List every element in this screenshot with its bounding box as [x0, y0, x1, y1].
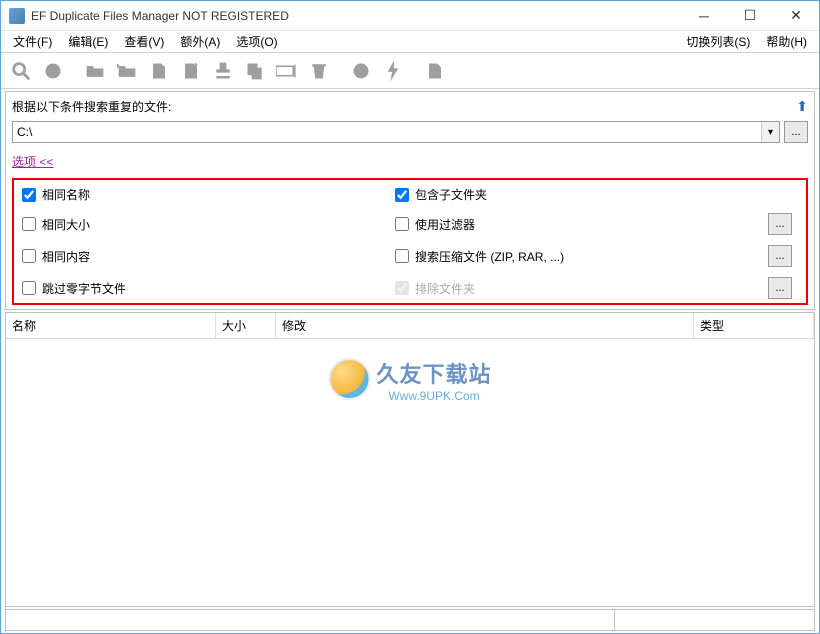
watermark-logo-icon — [328, 358, 370, 400]
minimize-button[interactable]: ─ — [681, 1, 727, 31]
menu-help[interactable]: 帮助(H) — [758, 31, 815, 52]
path-row: ▾ ... — [12, 121, 808, 143]
window-title: EF Duplicate Files Manager NOT REGISTERE… — [31, 9, 681, 23]
status-cell-1 — [5, 610, 615, 631]
menu-bar: 文件(F) 编辑(E) 查看(V) 额外(A) 选项(O) 切换列表(S) 帮助… — [1, 31, 819, 53]
close-button[interactable]: ✕ — [773, 1, 819, 31]
checkbox-include-subfolders[interactable]: 包含子文件夹 — [395, 186, 768, 203]
menu-edit[interactable]: 编辑(E) — [60, 31, 116, 52]
watermark-text-1: 久友下载站 — [376, 357, 491, 389]
search-panel: 根据以下条件搜索重复的文件: ⬆ ▾ ... 选项 << 相同名称 包含子文件夹… — [5, 91, 815, 310]
exclude-browse-button[interactable]: ... — [768, 277, 792, 299]
stamp-icon[interactable] — [209, 57, 237, 85]
watermark-text-2: Www.9UPK.Com — [376, 389, 491, 403]
chevron-down-icon[interactable]: ▾ — [761, 122, 779, 142]
checkbox-same-content[interactable]: 相同内容 — [22, 248, 395, 265]
checkbox-search-archives[interactable]: 搜索压缩文件 (ZIP, RAR, ...) — [395, 248, 768, 265]
rename-icon[interactable] — [273, 57, 301, 85]
menu-options[interactable]: 选项(O) — [228, 31, 285, 52]
checkbox-exclude-folders: 排除文件夹 — [395, 280, 768, 297]
open-folder-alt-icon[interactable] — [113, 57, 141, 85]
column-type[interactable]: 类型 — [694, 313, 814, 338]
list-header: 名称 大小 修改 类型 — [6, 313, 814, 339]
toolbar — [1, 53, 819, 89]
checkbox-skip-zero-byte[interactable]: 跳过零字节文件 — [22, 280, 395, 297]
checkbox-same-size[interactable]: 相同大小 — [22, 216, 395, 233]
status-bar — [5, 609, 815, 631]
document-alt-icon[interactable] — [177, 57, 205, 85]
compare-icon[interactable] — [347, 57, 375, 85]
browse-button[interactable]: ... — [784, 121, 808, 143]
search-label: 根据以下条件搜索重复的文件: — [12, 98, 796, 115]
column-size[interactable]: 大小 — [216, 313, 276, 338]
column-modified[interactable]: 修改 — [276, 313, 694, 338]
collapse-arrow-icon[interactable]: ⬆ — [796, 98, 808, 115]
menu-switchlist[interactable]: 切换列表(S) — [678, 31, 758, 52]
checkbox-same-name[interactable]: 相同名称 — [22, 186, 395, 203]
path-input[interactable] — [13, 122, 761, 142]
window-buttons: ─ ☐ ✕ — [681, 1, 819, 31]
options-toggle-link[interactable]: 选项 << — [12, 153, 53, 170]
options-grid: 相同名称 包含子文件夹 相同大小 使用过滤器 ... 相同内容 搜索压缩文件 (… — [12, 178, 808, 305]
filter-browse-button[interactable]: ... — [768, 213, 792, 235]
archive-browse-button[interactable]: ... — [768, 245, 792, 267]
status-cell-2 — [615, 610, 815, 631]
title-bar: EF Duplicate Files Manager NOT REGISTERE… — [1, 1, 819, 31]
menu-file[interactable]: 文件(F) — [5, 31, 60, 52]
save-icon[interactable] — [421, 57, 449, 85]
menu-extra[interactable]: 额外(A) — [172, 31, 228, 52]
stop-icon[interactable] — [39, 57, 67, 85]
action-icon[interactable] — [379, 57, 407, 85]
search-icon[interactable] — [7, 57, 35, 85]
delete-icon[interactable] — [305, 57, 333, 85]
copy-icon[interactable] — [241, 57, 269, 85]
column-name[interactable]: 名称 — [6, 313, 216, 338]
results-list: 名称 大小 修改 类型 久友下载站 Www.9UPK.Com — [5, 312, 815, 607]
list-body[interactable]: 久友下载站 Www.9UPK.Com — [6, 339, 814, 606]
checkbox-use-filter[interactable]: 使用过滤器 — [395, 216, 768, 233]
open-folder-icon[interactable] — [81, 57, 109, 85]
document-icon[interactable] — [145, 57, 173, 85]
maximize-button[interactable]: ☐ — [727, 1, 773, 31]
app-window: EF Duplicate Files Manager NOT REGISTERE… — [0, 0, 820, 634]
path-combo[interactable]: ▾ — [12, 121, 780, 143]
menu-view[interactable]: 查看(V) — [116, 31, 172, 52]
watermark: 久友下载站 Www.9UPK.Com — [328, 357, 491, 403]
app-icon — [9, 8, 25, 24]
